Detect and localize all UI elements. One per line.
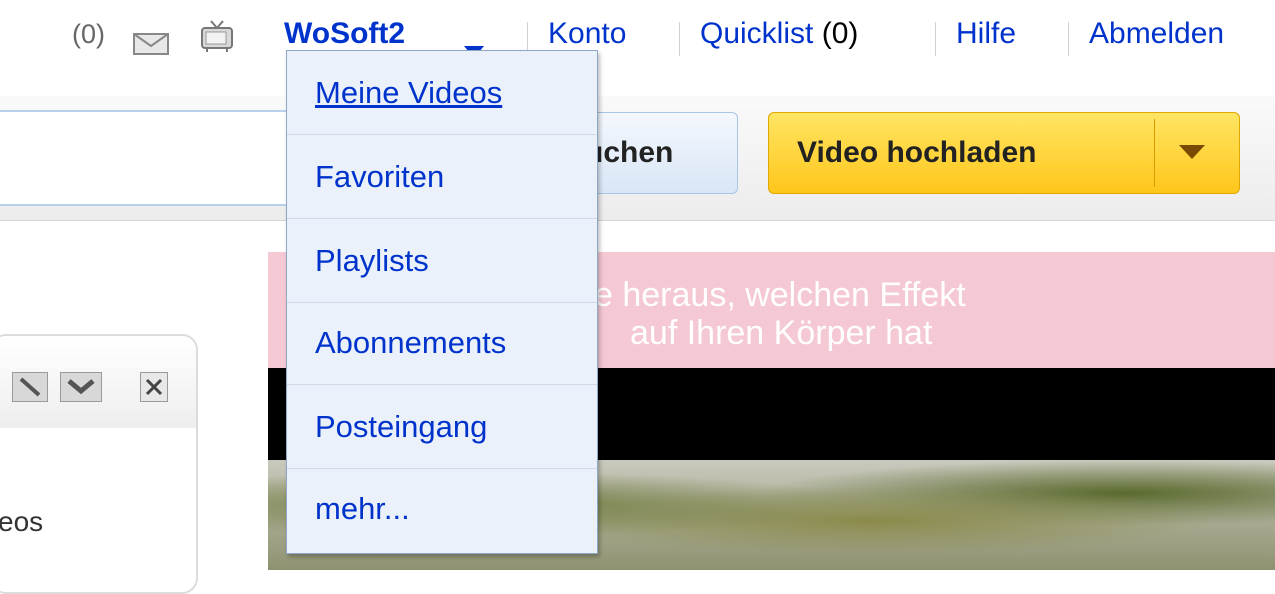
menu-item-label: Abonnements [315,325,507,360]
upload-video-button[interactable]: Video hochladen [768,112,1240,194]
menu-item-playlists[interactable]: Playlists [287,221,597,303]
widget-text: eos [0,506,44,537]
sidebar-widget [0,334,198,594]
widget-header [0,336,196,428]
menu-item-inbox[interactable]: Posteingang [287,387,597,469]
logout-link[interactable]: Abmelden [1089,14,1224,54]
divider [935,22,936,56]
close-icon[interactable] [140,372,168,402]
search-button-label: uchen [585,136,674,169]
account-link[interactable]: Konto [548,14,626,54]
tv-icon[interactable] [200,19,234,59]
mail-count: (0) [72,19,105,49]
menu-item-subscriptions[interactable]: Abonnements [287,303,597,385]
user-menu-dropdown: Meine Videos Favoriten Playlists Abonnem… [286,50,598,554]
menu-item-label: mehr... [315,491,410,526]
divider [1154,119,1155,187]
move-down-icon[interactable] [60,372,102,402]
username-menu-toggle[interactable]: WoSoft2 [284,14,405,54]
divider [679,22,680,56]
menu-item-my-videos[interactable]: Meine Videos [287,53,597,135]
envelope-icon[interactable] [133,26,169,66]
menu-item-favorites[interactable]: Favoriten [287,137,597,219]
search-input[interactable] [0,110,296,206]
menu-item-label: Favoriten [315,159,445,194]
search-bar: uchen Video hochladen [0,96,1275,221]
menu-item-label: Posteingang [315,409,488,444]
divider [1068,22,1069,56]
top-bar: (0) WoSoft2 Konto Quicklist (0) Hilfe Ab… [0,14,1275,58]
menu-item-label: Meine Videos [315,75,503,110]
promo-text-line2: auf Ihren Körper hat [630,314,933,352]
help-link[interactable]: Hilfe [956,14,1016,54]
menu-item-more[interactable]: mehr... [287,469,597,551]
promo-text-line1: e heraus, welchen Effekt [594,276,966,314]
upload-video-label: Video hochladen [797,136,1037,169]
menu-item-label: Playlists [315,243,429,278]
move-up-icon[interactable] [12,372,48,402]
quicklist-link[interactable]: Quicklist (0) [700,14,858,54]
quicklist-count: (0) [821,17,859,50]
upload-options-dropdown-icon[interactable] [1179,145,1205,164]
quicklist-label: Quicklist [700,17,814,50]
